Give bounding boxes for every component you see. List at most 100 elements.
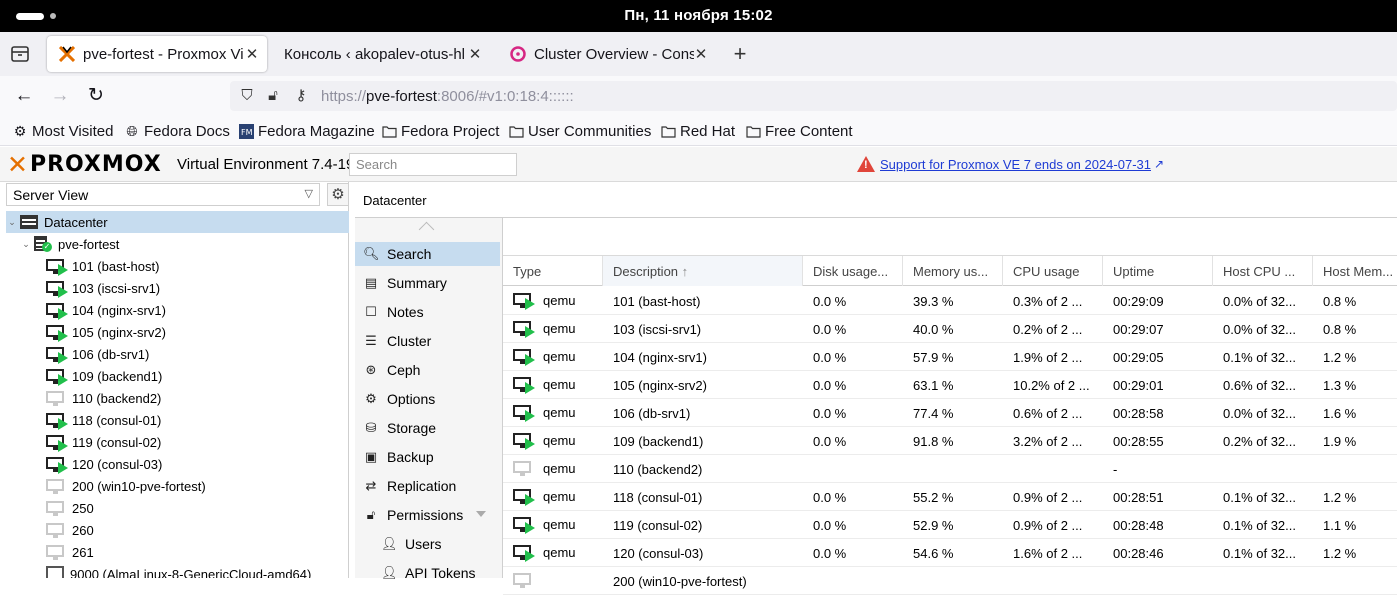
collapse-icon[interactable]: ⌄ xyxy=(6,217,18,228)
tree-item[interactable]: 261 xyxy=(6,541,349,563)
support-link[interactable]: Support for Proxmox VE 7 ends on 2024-07… xyxy=(880,157,1151,172)
close-icon[interactable]: ✕ xyxy=(245,45,259,63)
tab-list-icon[interactable] xyxy=(10,45,30,63)
close-icon[interactable]: ✕ xyxy=(694,45,708,63)
tree-item-label: 261 xyxy=(72,544,94,560)
shield-icon[interactable]: ⛉ xyxy=(238,87,256,105)
table-row[interactable]: qemu 119 (consul-02) 0.0 % 52.9 % 0.9% of 2 … xyxy=(503,511,1397,539)
lock-warning-icon[interactable]: 🔓︎ xyxy=(264,87,282,105)
tree-settings-button[interactable]: ⚙ xyxy=(327,183,349,206)
tab-console[interactable]: Консоль ‹ akopalev-otus-hl ✕ xyxy=(272,36,490,72)
vm-running-icon xyxy=(46,368,68,386)
table-row[interactable]: qemu 118 (consul-01) 0.0 % 55.2 % 0.9% of 2 … xyxy=(503,483,1397,511)
menu-item-storage[interactable]: ⛁ Storage xyxy=(355,416,500,440)
table-row[interactable]: qemu 110 (backend2) - xyxy=(503,455,1397,483)
warning-icon: ! xyxy=(857,156,875,172)
column-header[interactable]: Uptime xyxy=(1103,256,1213,286)
table-row[interactable]: qemu 105 (nginx-srv2) 0.0 % 63.1 % 10.2% of … xyxy=(503,371,1397,399)
tree-item[interactable]: 104 (nginx-srv1) xyxy=(6,299,349,321)
column-header[interactable]: Memory us... xyxy=(903,256,1003,286)
tree-item[interactable]: 105 (nginx-srv2) xyxy=(6,321,349,343)
key-icon[interactable]: ⚷ xyxy=(292,87,310,105)
column-header[interactable]: CPU usage xyxy=(1003,256,1103,286)
menu-item-ceph[interactable]: ⊛ Ceph xyxy=(355,358,500,382)
column-header[interactable]: Host Mem... xyxy=(1313,256,1397,286)
tree-item[interactable]: 260 xyxy=(6,519,349,541)
vm-stopped-icon xyxy=(46,522,66,538)
menu-item-options[interactable]: ⚙ Options xyxy=(355,387,500,411)
bookmark-fedora-docs[interactable]: 🌐︎ Fedora Docs xyxy=(124,122,229,140)
tree-item[interactable]: ⌄ ✓ pve-fortest xyxy=(6,233,349,255)
resource-tree: ⌄ Datacenter ⌄ ✓ pve-fortest 101 (bast-host) 1… xyxy=(6,211,349,578)
forward-arrow-icon[interactable]: → xyxy=(49,85,71,107)
column-header-label: Type xyxy=(513,264,542,279)
tree-item[interactable]: 103 (iscsi-srv1) xyxy=(6,277,349,299)
node-online-icon: ✓ xyxy=(34,236,52,252)
table-cell: 0.1% of 32... xyxy=(1223,490,1296,505)
bookmark-most-visited[interactable]: ⚙ Most Visited xyxy=(12,122,114,140)
bookmark-fedora-magazine[interactable]: FM Fedora Magazine xyxy=(238,122,375,140)
column-header[interactable]: Host CPU ... xyxy=(1213,256,1313,286)
tree-item[interactable]: 106 (db-srv1) xyxy=(6,343,349,365)
menu-item-replication[interactable]: ⇄ Replication xyxy=(355,474,500,498)
tree-item[interactable]: 250 xyxy=(6,497,349,519)
menu-item-backup[interactable]: ▣ Backup xyxy=(355,445,500,469)
close-icon[interactable]: ✕ xyxy=(468,45,482,63)
menu-item-summary[interactable]: ▤ Summary xyxy=(355,271,500,295)
new-tab-button[interactable]: + xyxy=(730,42,750,66)
table-row[interactable]: 200 (win10-pve-fortest) xyxy=(503,567,1397,595)
tree-item[interactable]: 110 (backend2) xyxy=(6,387,349,409)
table-row[interactable]: qemu 120 (consul-03) 0.0 % 54.6 % 1.6% of 2 … xyxy=(503,539,1397,567)
search-input[interactable]: Search xyxy=(349,153,517,176)
bookmark-red-hat[interactable]: Red Hat xyxy=(660,122,735,140)
url-bar[interactable]: ⛉ 🔓︎ ⚷ https://pve-fortest:8006/#v1:0:18… xyxy=(230,81,1397,111)
menu-item-label: Replication xyxy=(387,478,457,494)
table-row[interactable]: qemu 109 (backend1) 0.0 % 91.8 % 3.2% of 2 .… xyxy=(503,427,1397,455)
collapse-icon[interactable]: ⌄ xyxy=(20,239,32,250)
menu-item-notes[interactable]: ☐ Notes xyxy=(355,300,500,324)
bookmark-free-content[interactable]: Free Content xyxy=(745,122,853,140)
tree-item[interactable]: 120 (consul-03) xyxy=(6,453,349,475)
expand-icon[interactable] xyxy=(476,511,486,517)
table-row[interactable]: qemu 104 (nginx-srv1) 0.0 % 57.9 % 1.9% of 2… xyxy=(503,343,1397,371)
tab-proxmox[interactable]: pve-fortest - Proxmox Vi ✕ xyxy=(47,36,267,72)
tree-item[interactable]: 109 (backend1) xyxy=(6,365,349,387)
scroll-up-icon[interactable] xyxy=(421,224,435,234)
sort-asc-icon: ↑ xyxy=(678,264,689,279)
vm-running-icon xyxy=(46,302,68,320)
consul-icon xyxy=(510,46,526,62)
menu-item-search[interactable]: 🔍︎ Search xyxy=(355,242,500,266)
tree-item[interactable]: 118 (consul-01) xyxy=(6,409,349,431)
column-header[interactable]: Description ↑ xyxy=(603,256,803,286)
menu-item-cluster[interactable]: ☰ Cluster xyxy=(355,329,500,353)
column-header[interactable]: Type xyxy=(503,256,603,286)
view-selector[interactable]: Server View ▽ xyxy=(6,183,320,206)
back-arrow-icon[interactable]: ← xyxy=(13,85,35,107)
table-cell: 55.2 % xyxy=(913,490,954,505)
user-tag-icon: 👤︎ xyxy=(381,565,398,580)
table-row[interactable]: qemu 103 (iscsi-srv1) 0.0 % 40.0 % 0.2% of 2… xyxy=(503,315,1397,343)
table-cell: 54.6 % xyxy=(913,546,954,561)
tree-item[interactable]: 101 (bast-host) xyxy=(6,255,349,277)
proxmox-logo[interactable]: ✕ PROXMOX xyxy=(7,150,162,179)
system-clock[interactable]: Пн, 11 ноября 15:02 xyxy=(0,7,1397,24)
vm-stopped-icon xyxy=(513,460,533,476)
column-header[interactable]: Disk usage... xyxy=(803,256,903,286)
bookmark-fedora-project[interactable]: Fedora Project xyxy=(381,122,499,140)
tree-item[interactable]: 200 (win10-pve-fortest) xyxy=(6,475,349,497)
vm-running-icon xyxy=(46,280,68,298)
menu-item-permissions[interactable]: 🔓︎ Permissions xyxy=(355,503,500,527)
tree-item[interactable]: ⌄ Datacenter xyxy=(6,211,349,233)
tree-item[interactable]: 9000 (AlmaLinux-8-GenericCloud-amd64) xyxy=(6,563,349,578)
menu-item-label: Cluster xyxy=(387,333,432,349)
menu-item-users[interactable]: 👤︎ Users xyxy=(355,532,500,556)
table-row[interactable]: qemu 106 (db-srv1) 0.0 % 77.4 % 0.6% of 2 ..… xyxy=(503,399,1397,427)
table-row[interactable]: qemu 101 (bast-host) 0.0 % 39.3 % 0.3% of 2 … xyxy=(503,287,1397,315)
reload-icon[interactable]: ↻ xyxy=(85,85,107,107)
tree-item[interactable]: 119 (consul-02) xyxy=(6,431,349,453)
bookmark-user-communities[interactable]: User Communities xyxy=(508,122,651,140)
tab-consul[interactable]: Cluster Overview - Cons ✕ xyxy=(498,36,716,72)
menu-item-api-tokens[interactable]: 👤︎ API Tokens xyxy=(355,561,500,585)
tree-item-label: 101 (bast-host) xyxy=(72,258,160,274)
table-cell xyxy=(1003,567,1103,595)
